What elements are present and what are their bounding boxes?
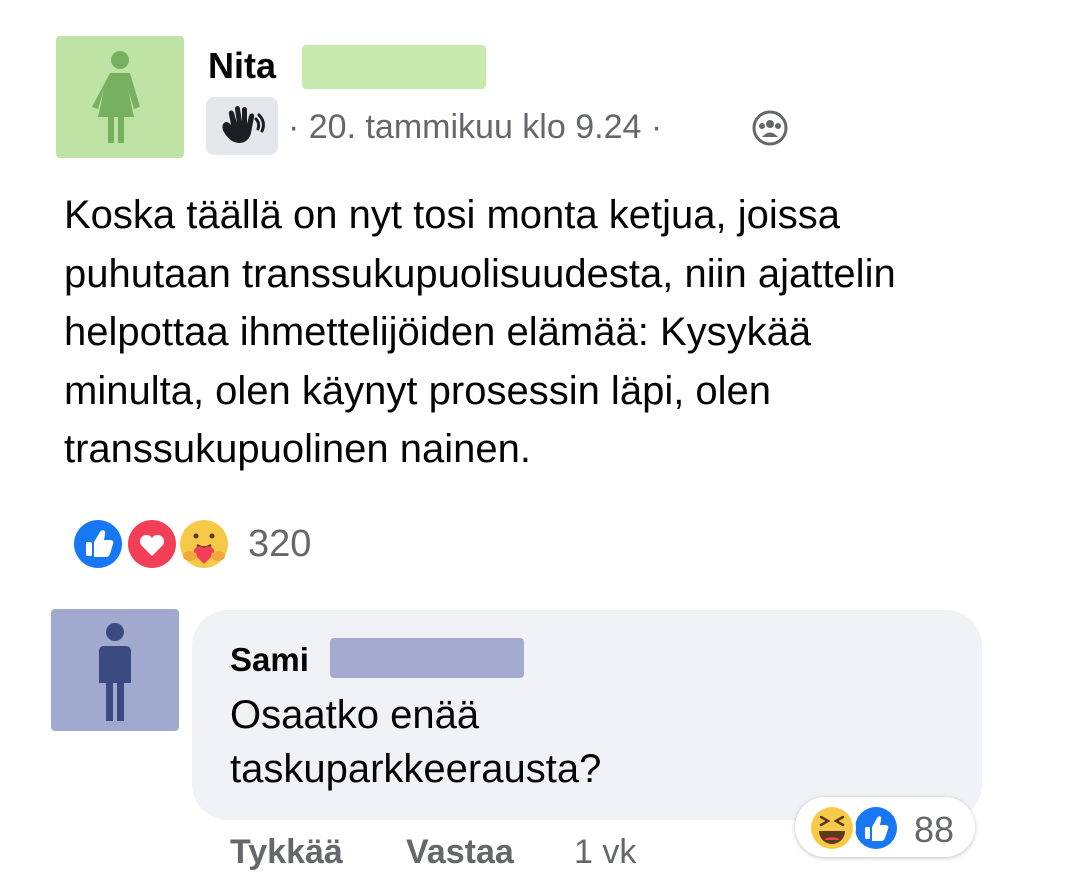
post-text-line: minulta, olen käynyt prosessin läpi, ole…	[64, 368, 772, 413]
waving-hand-icon	[222, 106, 265, 144]
haha-icon	[808, 804, 856, 852]
like-button[interactable]: Tykkää	[230, 832, 343, 872]
reply-button[interactable]: Vastaa	[406, 832, 514, 872]
male-person-icon	[99, 623, 131, 721]
post-body: Koska täällä on nyt tosi monta ketjua, j…	[64, 186, 1064, 479]
love-icon	[125, 517, 179, 571]
post-reaction-count[interactable]: 320	[248, 523, 311, 565]
female-person-icon	[92, 51, 140, 143]
comment-reaction-count[interactable]: 88	[914, 810, 954, 850]
comment-body: Osaatko enää taskuparkkeerausta?	[230, 688, 601, 796]
post-text-line: Koska täällä on nyt tosi monta ketjua, j…	[64, 193, 840, 237]
post-timestamp[interactable]: · 20. tammikuu klo 9.24 ·	[288, 108, 662, 146]
post-reactions[interactable]	[64, 514, 236, 574]
post-text-line: puhutaan transsukupuolisuudesta, niin aj…	[64, 251, 896, 296]
like-icon	[852, 804, 900, 852]
care-icon	[177, 517, 231, 571]
comment-reaction-icons	[800, 800, 910, 856]
comment-text-line: taskuparkkeerausta?	[230, 747, 602, 791]
comment-author-avatar[interactable]	[51, 609, 179, 731]
comment-author-name[interactable]: Sami	[230, 641, 309, 679]
group-icon	[752, 110, 788, 146]
post-text-line: helpottaa ihmettelijöiden elämää: Kysykä…	[64, 310, 812, 354]
like-icon	[71, 517, 125, 571]
post-author-name[interactable]: Nita	[208, 46, 276, 86]
group-audience-icon	[752, 110, 788, 151]
post-author-avatar[interactable]	[56, 36, 184, 158]
waving-hand-badge[interactable]	[206, 97, 278, 155]
post-text-line: transsukupuolinen nainen.	[64, 427, 532, 471]
redacted-surname	[302, 45, 486, 89]
comment-timestamp[interactable]: 1 vk	[574, 832, 636, 872]
redacted-surname	[330, 638, 524, 678]
comment-text-line: Osaatko enää	[230, 693, 480, 737]
